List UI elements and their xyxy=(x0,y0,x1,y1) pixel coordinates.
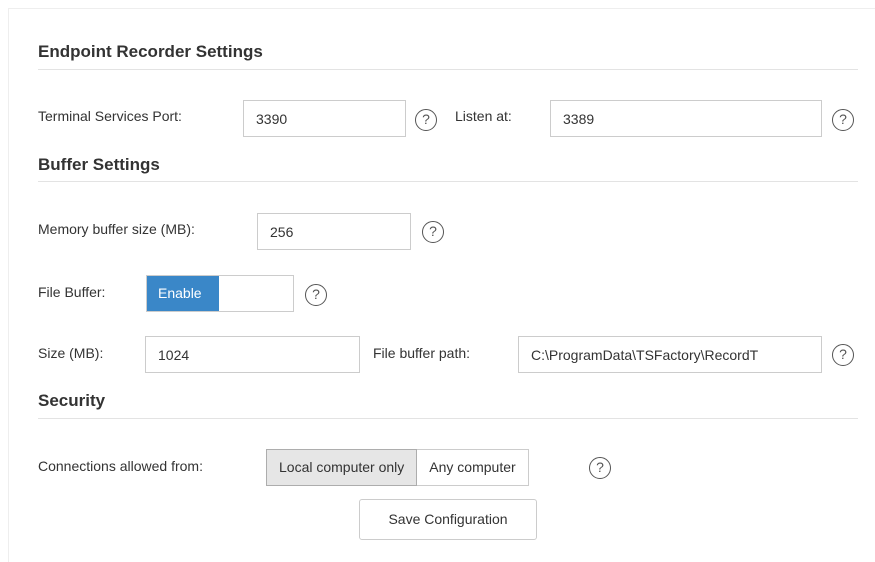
connections-allowed-label: Connections allowed from: xyxy=(38,458,203,474)
connections-segmented-control: Local computer only Any computer xyxy=(266,449,529,486)
file-buffer-path-label: File buffer path: xyxy=(373,345,471,361)
section-divider xyxy=(38,181,858,182)
listen-at-input[interactable] xyxy=(550,100,822,137)
help-icon[interactable]: ? xyxy=(305,284,327,306)
help-icon[interactable]: ? xyxy=(415,109,437,131)
listen-at-label: Listen at: xyxy=(455,108,512,124)
ts-port-input[interactable] xyxy=(243,100,406,137)
section-title-endpoint: Endpoint Recorder Settings xyxy=(38,42,263,61)
option-local-computer-only[interactable]: Local computer only xyxy=(266,449,418,486)
ts-port-label: Terminal Services Port: xyxy=(38,108,182,124)
option-any-computer[interactable]: Any computer xyxy=(417,449,529,486)
top-divider xyxy=(8,8,875,9)
section-divider xyxy=(38,418,858,419)
section-title-security: Security xyxy=(38,391,106,410)
file-buffer-enable-state: Enable xyxy=(147,276,219,311)
size-input[interactable] xyxy=(145,336,360,373)
toggle-track xyxy=(219,276,293,311)
section-divider xyxy=(38,69,858,70)
settings-page: Endpoint Recorder Settings Terminal Serv… xyxy=(0,0,875,562)
help-icon[interactable]: ? xyxy=(832,344,854,366)
save-configuration-button[interactable]: Save Configuration xyxy=(359,499,537,540)
help-icon[interactable]: ? xyxy=(589,457,611,479)
size-label: Size (MB): xyxy=(38,345,104,361)
section-title-buffer: Buffer Settings xyxy=(38,155,160,174)
file-buffer-toggle[interactable]: Enable xyxy=(146,275,294,312)
memory-buffer-label: Memory buffer size (MB): xyxy=(38,221,195,237)
left-divider xyxy=(8,9,9,562)
file-buffer-path-input[interactable] xyxy=(518,336,822,373)
help-icon[interactable]: ? xyxy=(832,109,854,131)
help-icon[interactable]: ? xyxy=(422,221,444,243)
memory-buffer-input[interactable] xyxy=(257,213,411,250)
file-buffer-label: File Buffer: xyxy=(38,284,106,300)
